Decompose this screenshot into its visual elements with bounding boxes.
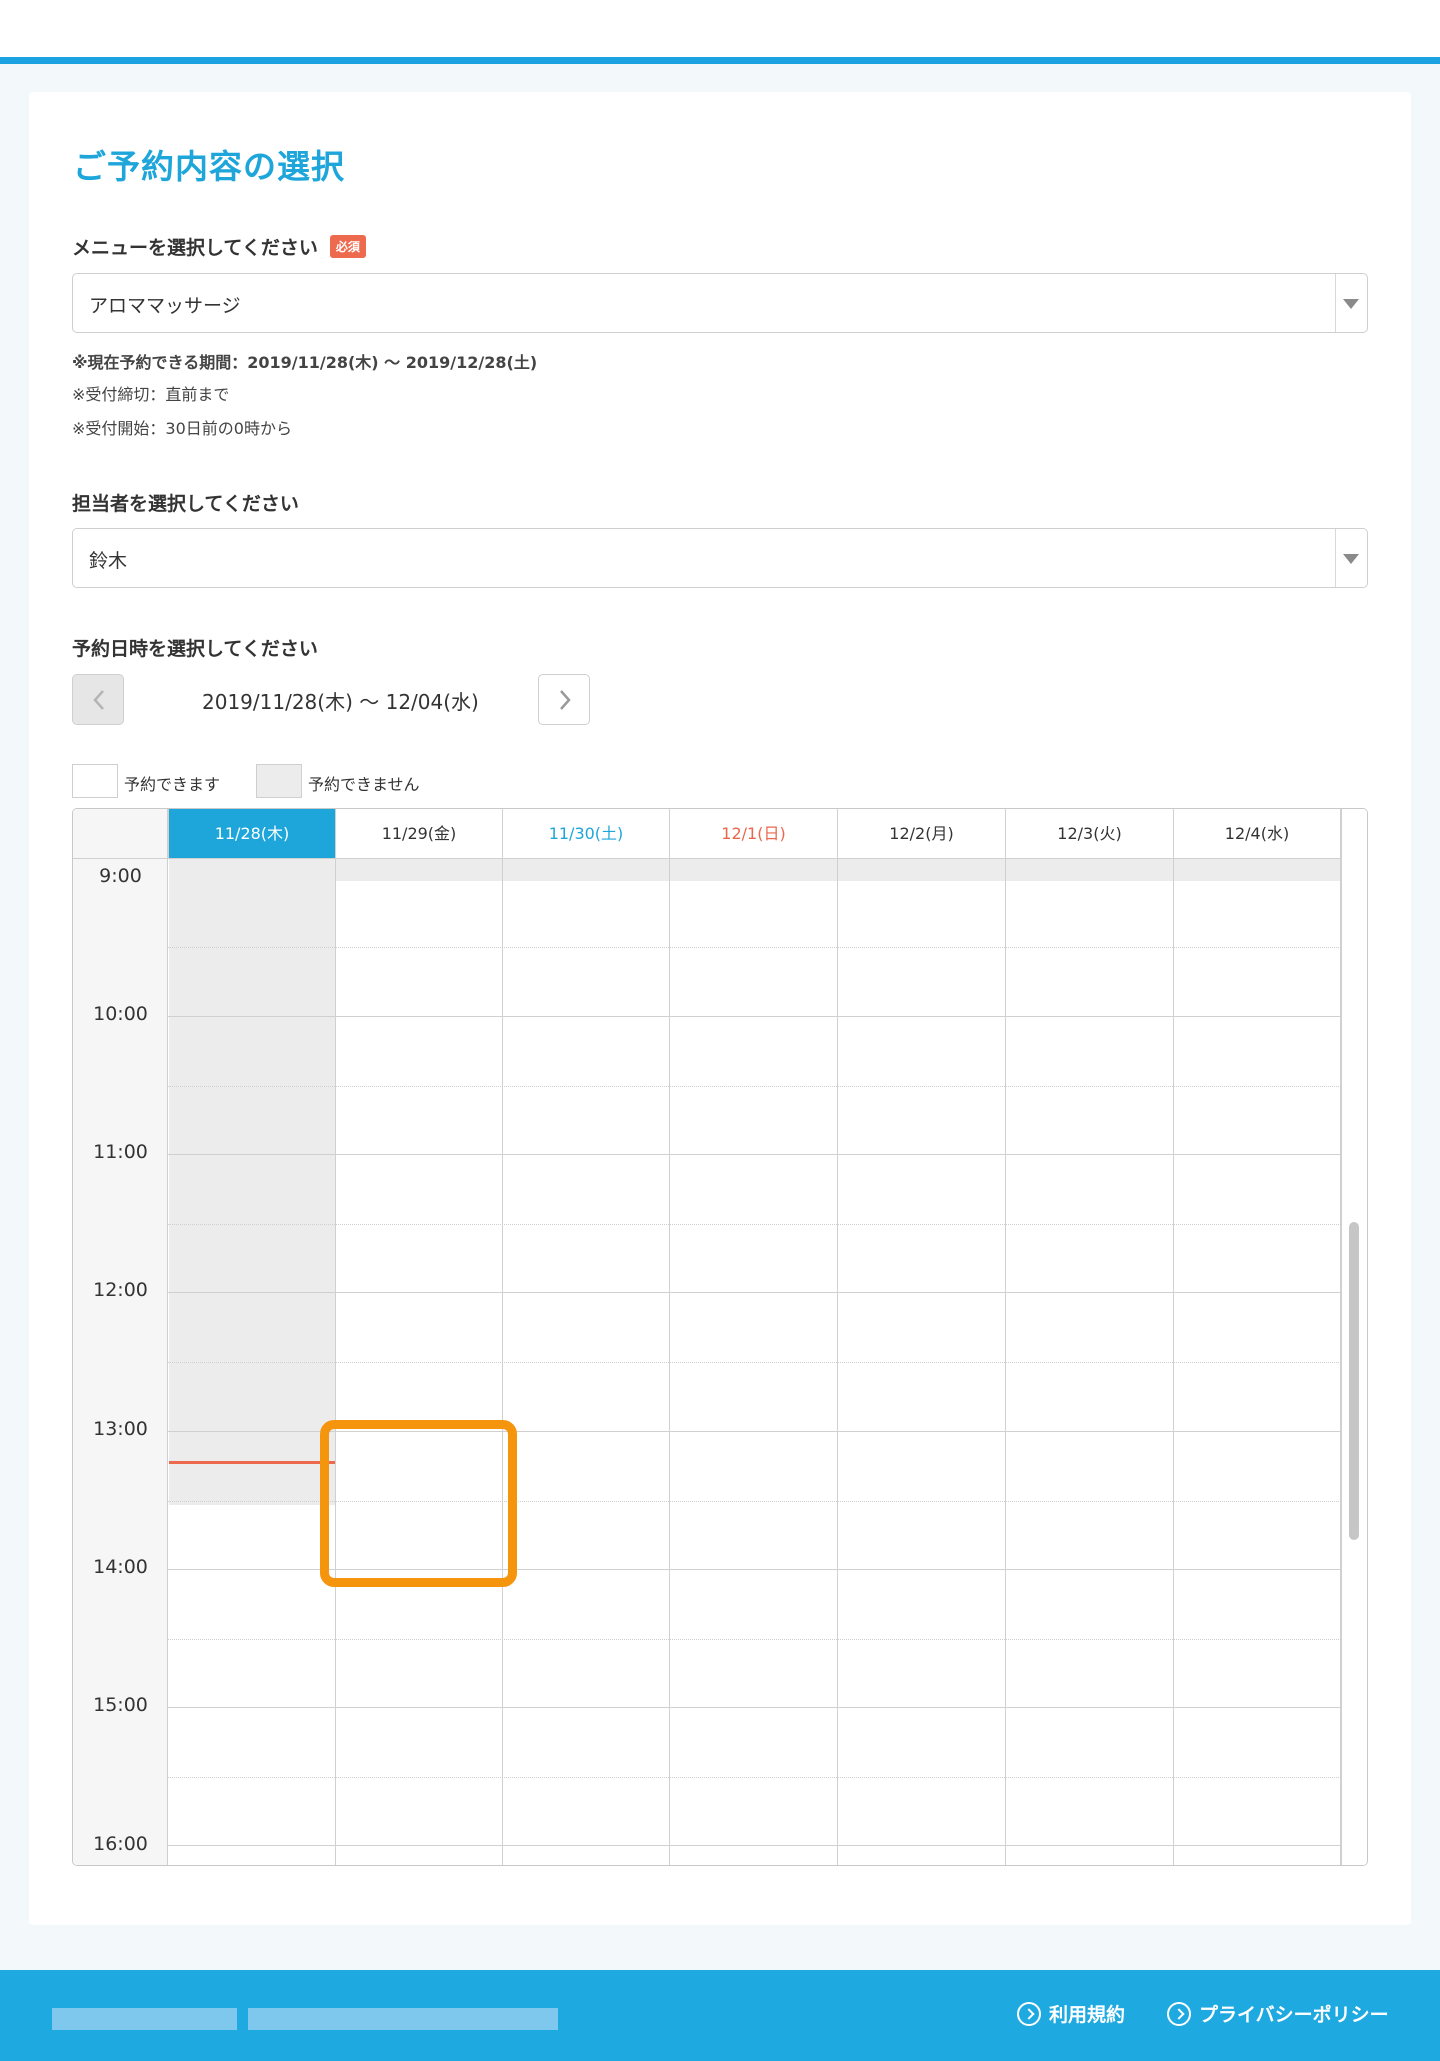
footer-link-terms[interactable]: 利用規約 [1017,2000,1125,2027]
footer-blurred-text [248,2008,558,2030]
staff-select-value: 鈴木 [89,550,128,572]
day-header-3: 12/1(日) [670,809,838,859]
date-range-text: 2019/11/28(木) ～ 12/04(水) [202,690,479,714]
footer-blurred-text [52,2008,237,2030]
hour-line [168,1707,1341,1708]
datetime-label: 予約日時を選択してください [72,638,318,660]
legend-unavailable-label: 予約できません [308,775,420,794]
start-note: ※受付開始：30日前の0時から [72,419,292,438]
top-blank-area [0,0,1440,57]
half-hour-line [168,1086,1341,1087]
time-label-1500: 15:00 [93,1694,148,1716]
time-label-1200: 12:00 [93,1279,148,1301]
footer-link-privacy-label: プライバシーポリシー [1199,2004,1389,2026]
half-hour-line [168,1639,1341,1640]
chevron-down-icon [1343,299,1359,309]
time-label-1000: 10:00 [93,1003,148,1025]
legend-available-label: 予約できます [124,775,221,794]
footer-link-terms-label: 利用規約 [1049,2004,1126,2026]
half-hour-line [168,947,1341,948]
time-label-1600: 16:00 [93,1833,148,1855]
chevron-right-icon [560,690,571,710]
hour-line [168,1845,1341,1846]
legend-available-swatch [72,764,118,798]
calendar-scrollbar-thumb[interactable] [1349,1222,1359,1540]
page-title: ご予約内容の選択 [73,147,345,186]
half-hour-line [168,1224,1341,1225]
next-week-button[interactable] [538,674,590,725]
menu-select[interactable]: アロママッサージ [72,273,1368,333]
footer: 利用規約 プライバシーポリシー [0,1970,1440,2061]
menu-label-text: メニューを選択してください [72,237,318,259]
day-header-6: 12/4(水) [1174,809,1341,859]
time-label-1100: 11:00 [93,1141,148,1163]
footer-link-privacy[interactable]: プライバシーポリシー [1167,2000,1389,2027]
time-header-corner [73,809,169,859]
deadline-note: ※受付締切：直前まで [72,385,230,404]
day-header-1: 11/29(金) [336,809,503,859]
half-hour-line [168,1362,1341,1363]
menu-select-value: アロママッサージ [89,295,241,317]
prev-week-button[interactable] [72,674,124,725]
required-badge: 必須 [329,235,366,258]
chevron-down-icon [1343,554,1359,564]
half-hour-line [168,1777,1341,1778]
time-label-1400: 14:00 [93,1556,148,1578]
day-header-0: 11/28(木) [169,809,336,859]
day-header-5: 12/3(火) [1006,809,1174,859]
hour-line [168,1292,1341,1293]
time-label-1300: 13:00 [93,1418,148,1440]
schedule-calendar: 11/28(木) 11/29(金) 11/30(土) 12/1(日) 12/2(… [72,808,1368,1866]
top-accent-bar [0,57,1440,64]
current-time-line [169,1461,335,1464]
legend-unavailable-swatch [256,764,302,798]
selected-slot-highlight[interactable] [320,1420,517,1587]
day-header-4: 12/2(月) [838,809,1006,859]
hour-line [168,1154,1341,1155]
menu-label: メニューを選択してください 必須 [72,233,366,260]
staff-select[interactable]: 鈴木 [72,528,1368,588]
time-label-0900: 9:00 [99,865,142,887]
chevron-right-circle-icon [1017,2002,1041,2026]
booking-period-note: ※現在予約できる期間：2019/11/28(木) ～ 2019/12/28(土) [72,353,538,372]
staff-label: 担当者を選択してください [72,493,299,515]
menu-select-arrow-box[interactable] [1335,274,1367,332]
chevron-right-circle-icon [1167,2002,1191,2026]
hour-line [168,1016,1341,1017]
chevron-left-icon [93,690,104,710]
day-header-2: 11/30(土) [503,809,670,859]
staff-select-arrow-box[interactable] [1335,529,1367,587]
